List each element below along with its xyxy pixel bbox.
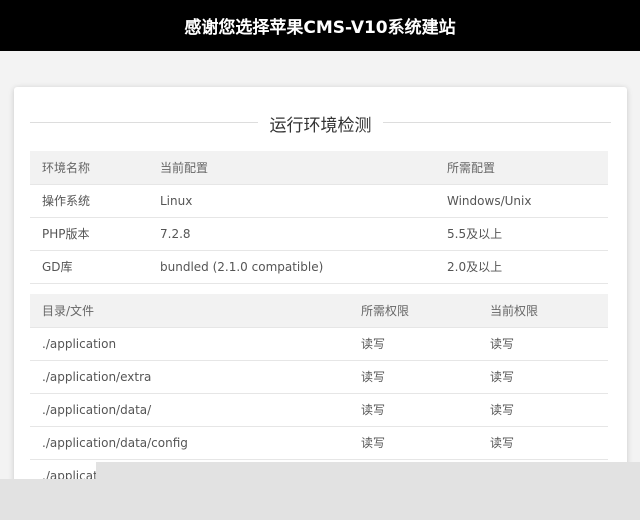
header-title: 感谢您选择苹果CMS-V10系统建站 — [184, 18, 456, 38]
table-cell: Windows/Unix — [435, 184, 608, 218]
table-cell: 2.0及以上 — [435, 250, 608, 284]
column-header: 目录/文件 — [30, 294, 349, 328]
heading-divider-right — [383, 122, 611, 123]
table-cell: 5.5及以上 — [435, 217, 608, 251]
section-heading: 运行环境检测 — [14, 110, 627, 136]
column-header: 当前配置 — [148, 151, 435, 185]
table-cell: PHP版本 — [30, 217, 148, 251]
table-cell: 读写 — [478, 327, 608, 361]
column-header: 所需权限 — [349, 294, 478, 328]
table-row: ./application/data/config 读写 读写 — [30, 426, 608, 460]
column-header: 当前权限 — [478, 294, 608, 328]
page-header: 感谢您选择苹果CMS-V10系统建站 — [0, 0, 640, 51]
table-cell: 读写 — [349, 426, 478, 460]
table-row: ./application 读写 读写 — [30, 327, 608, 361]
table-cell: 读写 — [349, 327, 478, 361]
table-cell: 操作系统 — [30, 184, 148, 218]
column-header: 环境名称 — [30, 151, 148, 185]
column-header: 所需配置 — [435, 151, 608, 185]
table-row: ./application/extra 读写 读写 — [30, 360, 608, 394]
bottom-overlay — [0, 479, 640, 520]
table-cell: ./application — [30, 327, 349, 361]
table-cell: 读写 — [478, 426, 608, 460]
table-cell: 读写 — [349, 360, 478, 394]
table-row: PHP版本 7.2.8 5.5及以上 — [30, 217, 608, 251]
table-cell: 读写 — [478, 360, 608, 394]
environment-table: 环境名称 当前配置 所需配置 操作系统 Linux Windows/Unix P… — [30, 151, 608, 284]
table-cell: ./application/data/ — [30, 393, 349, 427]
install-card: 运行环境检测 环境名称 当前配置 所需配置 操作系统 Linux Windows… — [14, 87, 627, 520]
table-row: GD库 bundled (2.1.0 compatible) 2.0及以上 — [30, 250, 608, 284]
table-header-row: 目录/文件 所需权限 当前权限 — [30, 294, 608, 328]
table-cell: 7.2.8 — [148, 217, 435, 251]
table-row: 操作系统 Linux Windows/Unix — [30, 184, 608, 218]
table-cell: GD库 — [30, 250, 148, 284]
table-cell: Linux — [148, 184, 435, 218]
table-cell: ./application/data/config — [30, 426, 349, 460]
table-cell: 读写 — [349, 393, 478, 427]
table-cell: bundled (2.1.0 compatible) — [148, 250, 435, 284]
table-cell: ./application/extra — [30, 360, 349, 394]
section-title: 运行环境检测 — [263, 110, 378, 136]
table-cell: 读写 — [478, 393, 608, 427]
table-header-row: 环境名称 当前配置 所需配置 — [30, 151, 608, 185]
heading-divider-left — [30, 122, 258, 123]
bottom-overlay-edge — [96, 462, 640, 480]
table-row: ./application/data/ 读写 读写 — [30, 393, 608, 427]
